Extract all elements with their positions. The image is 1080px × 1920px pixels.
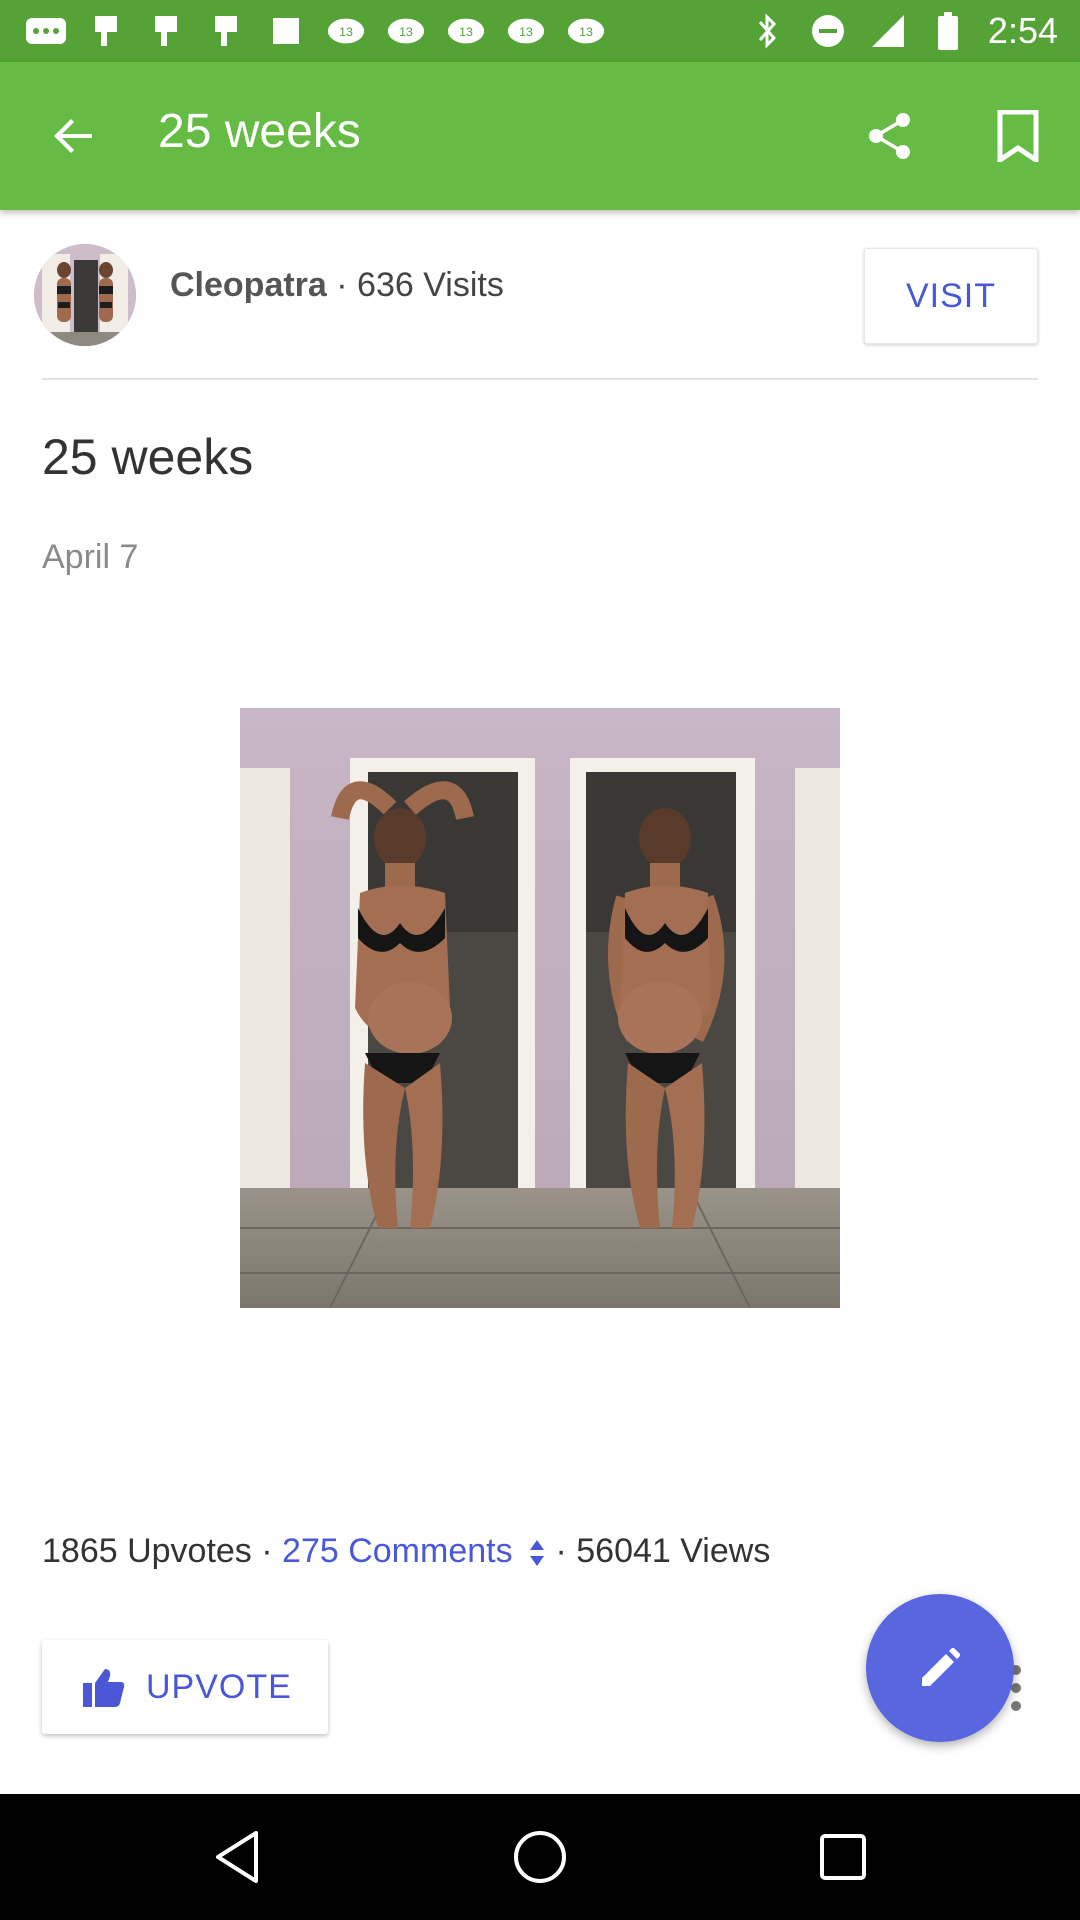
abc13-icon: 13: [386, 14, 426, 48]
pencil-icon: [922, 1648, 960, 1686]
nav-back-icon[interactable]: [202, 1822, 272, 1892]
post-stats: 1865 Upvotes · 275 Comments · 56041 View…: [42, 1532, 770, 1571]
arrow-back-icon: [54, 119, 92, 153]
status-time: 2:54: [987, 10, 1058, 51]
flag-icon: [146, 14, 186, 48]
share-button[interactable]: [860, 106, 920, 166]
author-row: Cleopatra · 636 Visits VISIT: [0, 240, 1080, 352]
post-date: April 7: [42, 538, 139, 576]
author-visits: 636 Visits: [357, 266, 504, 304]
svg-text:13: 13: [579, 25, 593, 39]
abc13-icon: 13: [446, 14, 486, 48]
square-icon: [266, 14, 306, 48]
author-name[interactable]: Cleopatra: [170, 266, 327, 304]
post-title: 25 weeks: [42, 429, 254, 485]
signal-icon: [868, 14, 908, 48]
abc13-icon: 13: [566, 14, 606, 48]
svg-text:13: 13: [459, 25, 473, 39]
abc13-icon: 13: [326, 14, 366, 48]
stats-separator: ·: [546, 1532, 577, 1570]
share-icon: [869, 113, 910, 159]
flag-icon: [206, 14, 246, 48]
comments-count: 275 Comments: [282, 1532, 513, 1570]
upvote-count: 1865 Upvotes: [42, 1532, 252, 1570]
avatar[interactable]: [34, 244, 136, 346]
stats-separator: ·: [251, 1532, 283, 1570]
abc13-icon: 13: [506, 14, 546, 48]
notification-icons: 13 13 13 13 13: [26, 14, 606, 48]
app-bar-title: 25 weeks: [158, 105, 361, 158]
author-meta: Cleopatra · 636 Visits: [170, 266, 504, 305]
svg-text:13: 13: [339, 25, 353, 39]
avatar-image: [34, 244, 136, 346]
status-bar: 13 13 13 13 13 2:54: [0, 0, 1080, 62]
battery-icon: [928, 12, 968, 50]
upvote-label: UPVOTE: [146, 1667, 292, 1706]
bookmark-icon: [997, 110, 1039, 162]
bookmark-button[interactable]: [988, 106, 1048, 166]
dnd-icon: [808, 14, 848, 48]
divider: [42, 378, 1038, 380]
author-separator: ·: [326, 266, 358, 304]
sort-arrows-icon: [530, 1540, 545, 1567]
visit-button[interactable]: VISIT: [864, 248, 1038, 344]
svg-text:13: 13: [519, 25, 533, 39]
post-photo-image: [240, 708, 840, 1308]
comments-link[interactable]: 275 Comments: [282, 1532, 546, 1570]
screen: 13 13 13 13 13 2:54 25 weeks Cleopatra ·…: [0, 0, 1080, 1920]
upvote-button[interactable]: UPVOTE: [42, 1640, 328, 1734]
nav-home-icon[interactable]: [505, 1822, 575, 1892]
thumbs-up-icon: [82, 1665, 126, 1709]
system-nav-bar: [0, 1794, 1080, 1920]
app-bar: 25 weeks: [0, 62, 1080, 210]
more-dots-icon: [26, 14, 66, 48]
svg-text:13: 13: [399, 25, 413, 39]
views-count: 56041 Views: [576, 1532, 771, 1570]
flag-icon: [86, 14, 126, 48]
bluetooth-icon: [748, 13, 788, 49]
edit-fab[interactable]: [866, 1594, 1014, 1742]
back-button[interactable]: [44, 106, 104, 166]
post-photo[interactable]: [240, 708, 840, 1308]
nav-recents-icon[interactable]: [808, 1822, 878, 1892]
system-icons: 2:54: [748, 10, 1058, 52]
